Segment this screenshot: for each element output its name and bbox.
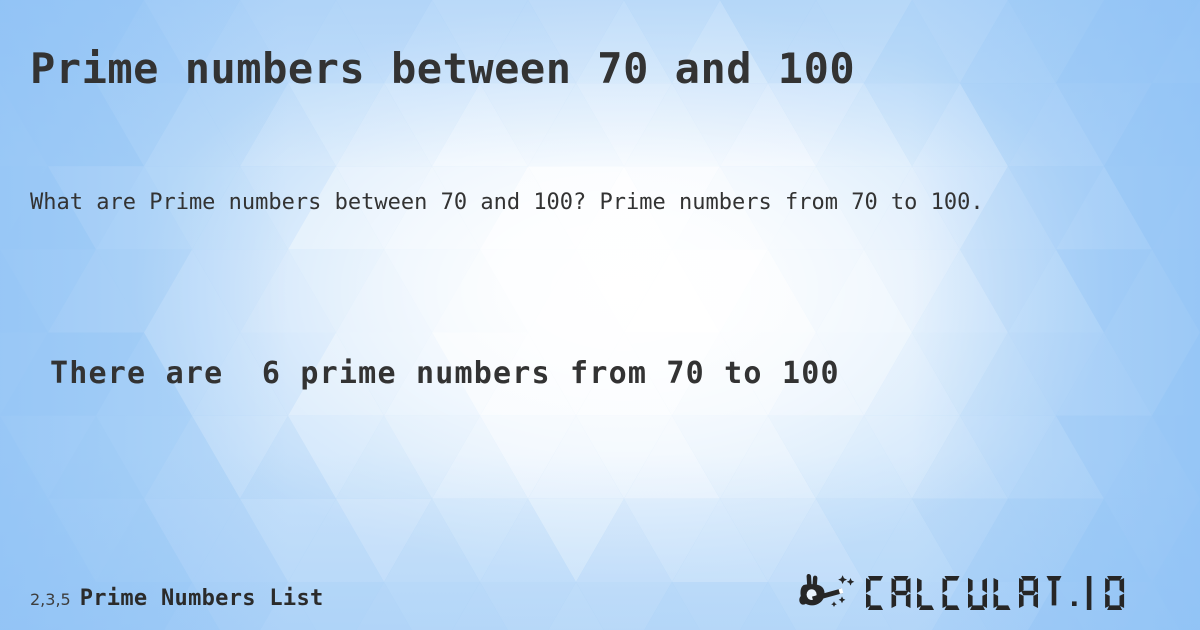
footer-brand-label: 2,3,5 Prime Numbers List [30,586,324,611]
page-subtitle: What are Prime numbers between 70 and 10… [30,190,984,215]
brand-logo: CALCULAT.IO [798,572,1172,614]
footer-list-title: Prime Numbers List [79,586,324,611]
brand-wordmark: CALCULAT.IO [866,576,1125,610]
page-title: Prime numbers between 70 and 100 [30,44,856,93]
poster-content: Prime numbers between 70 and 100 What ar… [0,0,1200,630]
hand-magic-wand-icon [799,574,855,607]
footer: 2,3,5 Prime Numbers List [0,538,1200,630]
footer-sample-primes: 2,3,5 [30,590,71,609]
poster: Prime numbers between 70 and 100 What ar… [0,0,1200,630]
result-statement: There are 6 prime numbers from 70 to 100 [50,356,840,391]
